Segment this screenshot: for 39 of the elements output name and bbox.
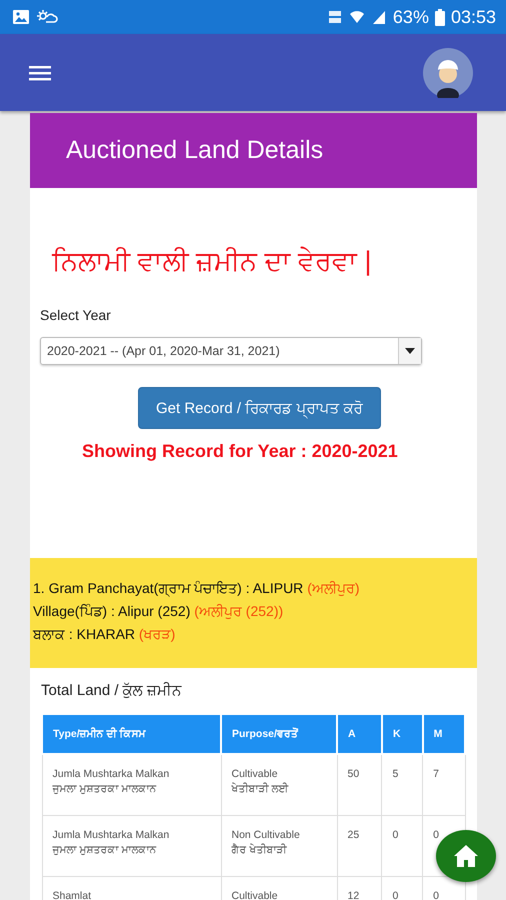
table-cell: 5 bbox=[382, 754, 423, 816]
battery-icon bbox=[434, 8, 445, 26]
year-dropdown[interactable]: 2020-2021 -- (Apr 01, 2020-Mar 31, 2021) bbox=[40, 337, 422, 365]
home-icon bbox=[453, 844, 479, 868]
page-title: Auctioned Land Details bbox=[66, 136, 324, 165]
column-header: A bbox=[337, 714, 382, 754]
wifi-icon bbox=[348, 9, 365, 25]
signal-icon bbox=[370, 9, 387, 25]
table-cell: 0 bbox=[382, 816, 423, 876]
table-cell: 25 bbox=[337, 816, 382, 876]
column-header: Type/ਜ਼ਮੀਨ ਦੀ ਕਿਸਮ bbox=[42, 714, 221, 754]
battery-level: 63% bbox=[392, 6, 429, 28]
table-cell: Jumla Mushtarka Malkan ਜੁਮਲਾ ਮੁਸ਼ਤਰਕਾ ਮਾਲਕਾਨ bbox=[42, 816, 221, 876]
column-header: Purpose/ਵਰਤੋਂ bbox=[221, 714, 337, 754]
table-cell: 7 bbox=[422, 754, 465, 816]
avatar-icon[interactable] bbox=[423, 48, 473, 98]
table-cell: Cultivable ਖੇਤੀਬਾੜੀ ਲਈ bbox=[221, 754, 337, 816]
menu-icon[interactable] bbox=[29, 64, 51, 80]
punjabi-name: (ਖਰੜ) bbox=[138, 626, 176, 642]
column-header: K bbox=[382, 714, 423, 754]
get-record-button[interactable]: Get Record / ਰਿਕਾਰਡ ਪ੍ਰਾਪਤ ਕਰੋ bbox=[138, 387, 381, 429]
dropdown-arrow-icon bbox=[405, 348, 415, 354]
record-year-text: Showing Record for Year : 2020-2021 bbox=[82, 441, 399, 462]
table-cell: 50 bbox=[337, 754, 382, 816]
table-cell: Jumla Mushtarka Malkan ਜੁਮਲਾ ਮੁਸ਼ਤਰਕਾ ਮਾਲਕਾਨ bbox=[42, 754, 221, 816]
info-text: Village(ਪਿੰਡ) : Alipur (252) bbox=[33, 603, 192, 619]
section-title: Total Land / ਕੁੱਲ ਜ਼ਮੀਨ bbox=[41, 682, 183, 699]
punjabi-name: (ਅਲੀਪੁਰ (252)) bbox=[194, 603, 284, 619]
clock: 03:53 bbox=[450, 6, 496, 28]
info-text: 1. Gram Panchayat(ਗ੍ਰਾਮ ਪੰਚਾਇਤ) : ALIPUR bbox=[33, 580, 304, 596]
column-header: M bbox=[422, 714, 465, 754]
image-icon bbox=[12, 9, 30, 25]
table-cell: Shamlat bbox=[42, 876, 221, 900]
table-cell: Non Cultivable ਗੈਰ ਖੇਤੀਬਾੜੀ bbox=[221, 816, 337, 876]
year-label: Select Year bbox=[40, 307, 112, 323]
page-heading: ਨਿਲਾਮੀ ਵਾਲੀ ਜ਼ਮੀਨ ਦਾ ਵੇਰਵਾ | bbox=[50, 246, 373, 277]
weather-icon bbox=[36, 9, 58, 25]
info-text: ਬਲਾਕ : KHARAR bbox=[33, 626, 136, 642]
punjabi-name: (ਅਲੀਪੁਰ) bbox=[307, 580, 360, 596]
